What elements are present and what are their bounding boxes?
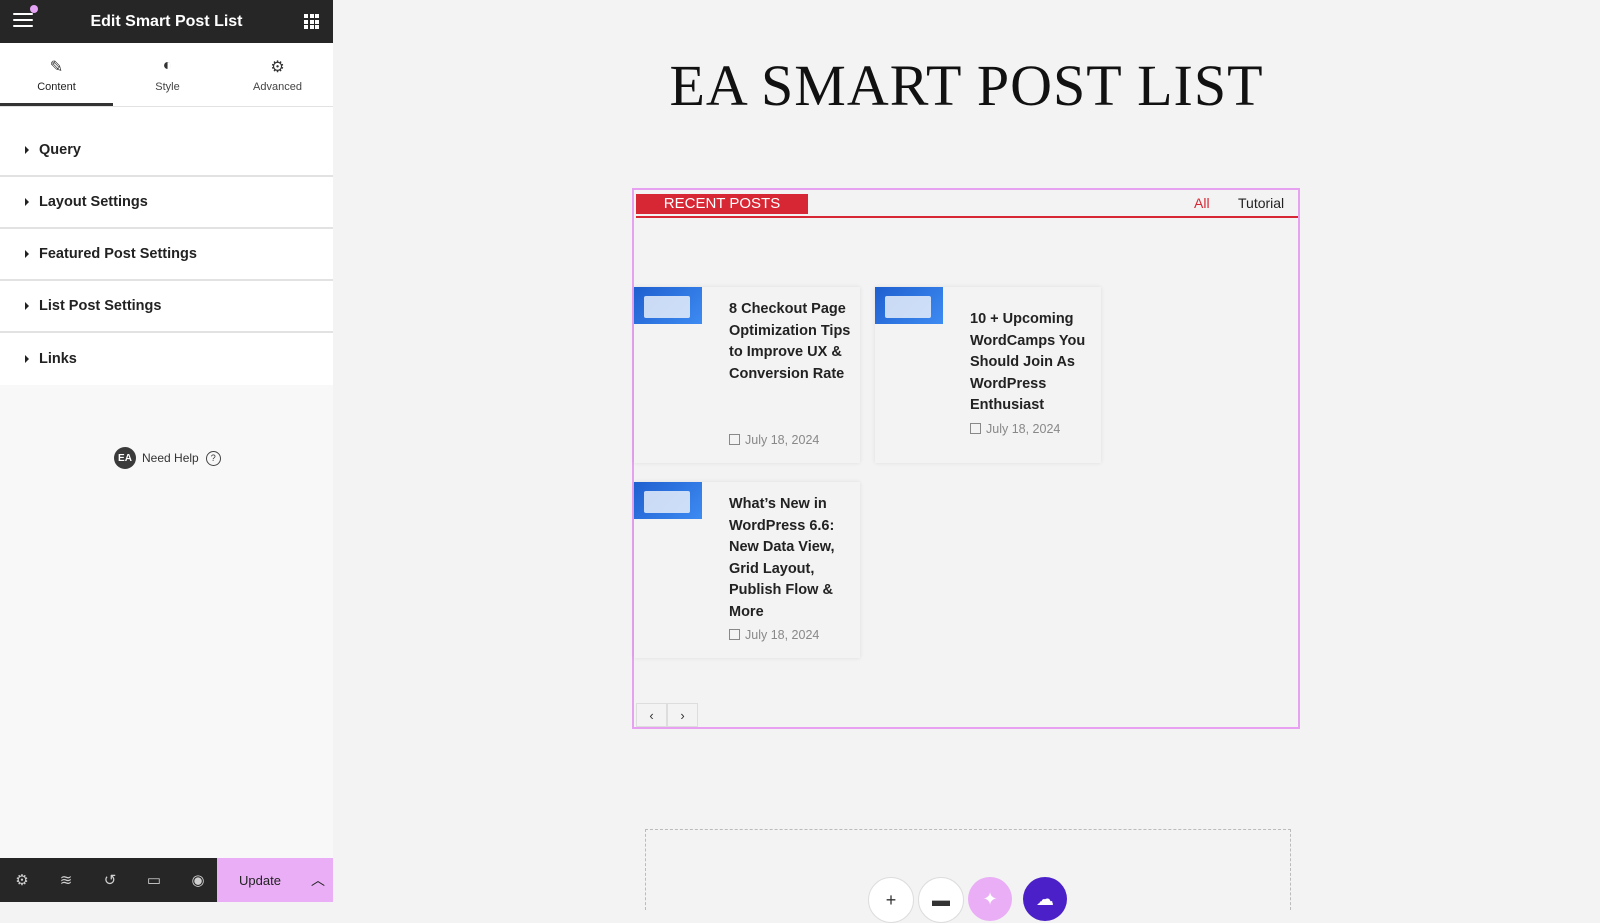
post-thumbnail[interactable] [875,287,943,324]
section-label: Query [39,142,81,158]
section-featured-post-settings[interactable]: Featured Post Settings [0,229,333,281]
editor-topbar: Edit Smart Post List [0,0,333,43]
post-thumbnail[interactable] [634,482,702,519]
calendar-icon [729,629,740,640]
pencil-icon: ✎ [49,59,64,76]
section-list-post-settings[interactable]: List Post Settings [0,281,333,333]
editor-tabs: ✎ Content ◐ Style ⚙ Advanced [0,43,333,107]
caret-right-icon [25,146,29,154]
hamburger-menu-icon[interactable] [13,13,33,29]
settings-gear-icon[interactable]: ⚙ [0,858,44,902]
editor-title: Edit Smart Post List [90,12,243,30]
update-button-group: Update ︿ [217,858,333,902]
post-card[interactable]: 10 + Upcoming WordCamps You Should Join … [875,287,1101,463]
tab-advanced-label: Advanced [253,81,302,93]
post-thumbnail[interactable] [634,287,702,324]
filter-all[interactable]: All [1194,195,1210,211]
widgets-grid-icon[interactable] [304,14,319,29]
tab-content[interactable]: ✎ Content [0,43,113,106]
section-label: Layout Settings [39,194,148,210]
cloud-templates-icon[interactable]: ☁ [1023,877,1067,921]
notification-dot [30,5,38,13]
post-date: July 18, 2024 [729,433,819,447]
caret-right-icon [25,355,29,363]
post-date: July 18, 2024 [729,628,819,642]
section-links[interactable]: Links [0,333,333,385]
caret-right-icon [25,250,29,258]
question-icon: ? [205,450,221,466]
recent-posts-badge: RECENT POSTS [636,194,808,214]
need-help-label: Need Help [142,451,199,465]
ea-logo-icon: EA [114,447,136,469]
tab-style[interactable]: ◐ Style [113,43,222,106]
post-date-text: July 18, 2024 [986,422,1061,436]
chevron-up-icon[interactable]: ︿ [303,870,333,890]
calendar-icon [729,434,740,445]
prev-arrow-icon[interactable]: ‹ [636,703,667,727]
editor-sidebar: Edit Smart Post List ✎ Content ◐ Style ⚙… [0,0,334,902]
caret-right-icon [25,198,29,206]
widget-header: RECENT POSTS All Tutorial [636,194,1298,218]
next-arrow-icon[interactable]: › [667,703,698,727]
post-date: July 18, 2024 [970,422,1060,436]
tab-content-label: Content [37,81,76,93]
post-title[interactable]: 10 + Upcoming WordCamps You Should Join … [970,309,1092,417]
editor-bottombar: ⚙ ≋ ↺ ▭ ◉ Update ︿ [0,858,333,902]
tab-style-label: Style [155,81,180,93]
half-circle-icon: ◐ [162,57,173,74]
post-card[interactable]: 8 Checkout Page Optimization Tips to Imp… [634,287,860,463]
template-folder-icon[interactable]: ▬ [918,877,964,923]
smart-post-list-widget[interactable]: RECENT POSTS All Tutorial 8 Checkout Pag… [632,188,1300,729]
post-title[interactable]: 8 Checkout Page Optimization Tips to Imp… [729,299,851,385]
update-button[interactable]: Update [217,873,303,888]
post-card[interactable]: What’s New in WordPress 6.6: New Data Vi… [634,482,860,658]
section-layout-settings[interactable]: Layout Settings [0,177,333,229]
gear-icon: ⚙ [270,59,285,76]
post-date-text: July 18, 2024 [745,433,820,447]
section-label: Links [39,351,77,367]
post-date-text: July 18, 2024 [745,628,820,642]
need-help-link[interactable]: EA Need Help ? [114,447,221,469]
post-title[interactable]: What’s New in WordPress 6.6: New Data Vi… [729,494,851,623]
calendar-icon [970,423,981,434]
section-label: Featured Post Settings [39,246,197,262]
section-label: List Post Settings [39,298,162,314]
tab-advanced[interactable]: ⚙ Advanced [222,43,333,106]
section-query[interactable]: Query [0,125,333,177]
carousel-nav: ‹ › [636,703,698,727]
responsive-icon[interactable]: ▭ [132,858,176,902]
layers-icon[interactable]: ≋ [44,858,88,902]
preview-eye-icon[interactable]: ◉ [176,858,220,902]
caret-right-icon [25,302,29,310]
ai-sparkle-icon[interactable]: ✦ [968,877,1012,921]
filter-tutorial[interactable]: Tutorial [1238,195,1284,211]
add-section-plus-icon[interactable]: + [868,877,914,923]
history-icon[interactable]: ↺ [88,858,132,902]
page-heading: EA SMART POST LIST [669,53,1264,118]
